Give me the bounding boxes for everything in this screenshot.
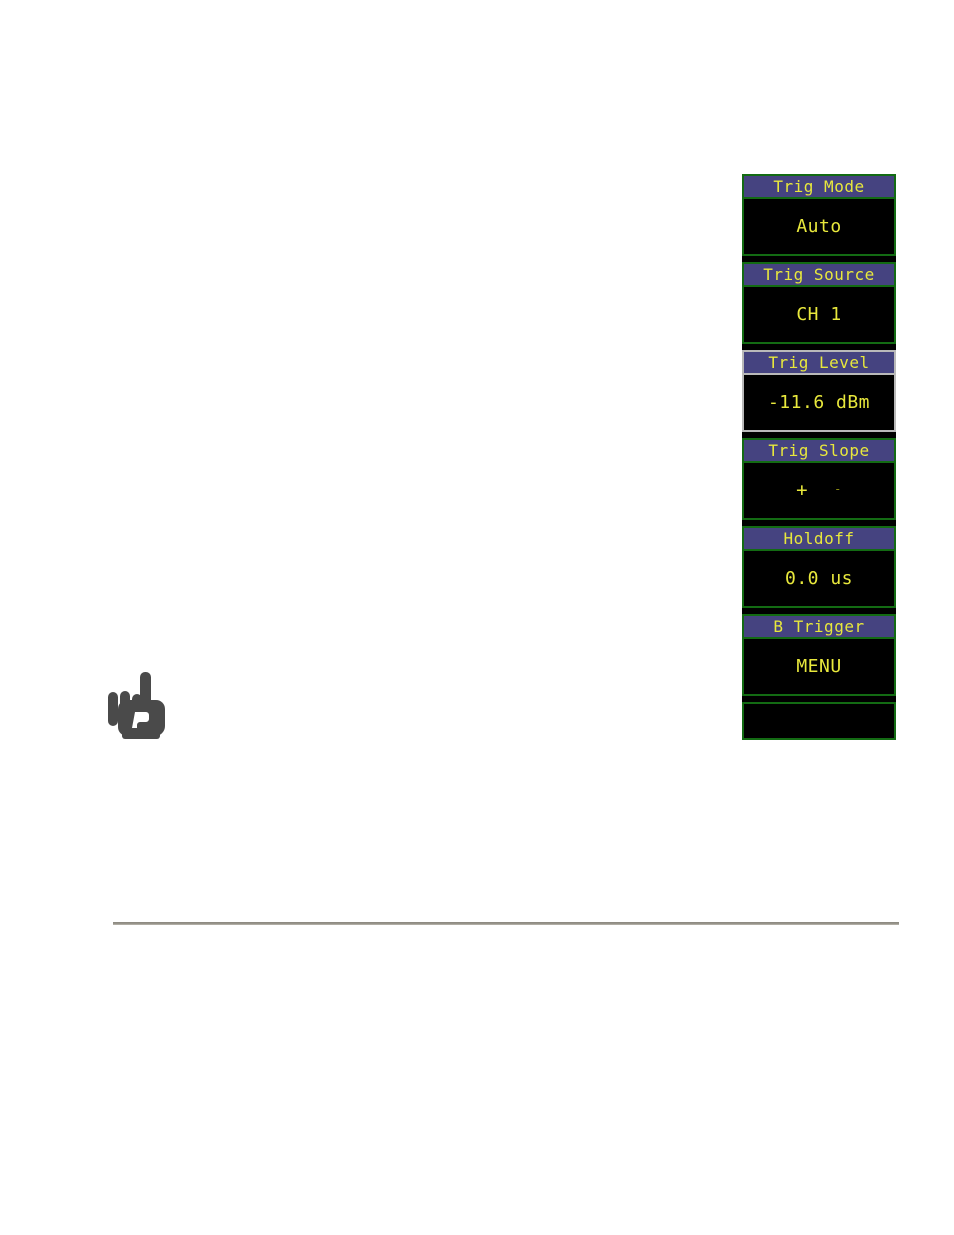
softkey-label-trig-source: Trig Source [742,262,896,287]
slope-glyph-row: + - [744,481,894,500]
softkey-label-trig-mode: Trig Mode [742,174,896,199]
softkey-value-b-trigger[interactable]: MENU [742,639,896,696]
slope-rising-icon[interactable]: + [796,481,808,500]
horizontal-rule [113,922,899,925]
softkey-value-trig-mode[interactable]: Auto [742,199,896,256]
slope-falling-icon[interactable]: - [834,483,842,495]
softkey-label-holdoff: Holdoff [742,526,896,551]
softkey-value-trig-slope[interactable]: + - [742,463,896,520]
softkey-label-trig-slope: Trig Slope [742,438,896,463]
softkey-trig-mode[interactable]: Trig Mode Auto [742,174,896,256]
softkey-trig-slope[interactable]: Trig Slope + - [742,438,896,520]
softkey-value-trig-source[interactable]: CH 1 [742,287,896,344]
document-page: Trig Mode Auto Trig Source CH 1 Trig Lev… [0,0,954,1235]
pointing-hand-icon [104,668,168,742]
softkey-value-holdoff[interactable]: 0.0 us [742,551,896,608]
softkey-label-trig-level: Trig Level [742,350,896,375]
softkey-holdoff[interactable]: Holdoff 0.0 us [742,526,896,608]
softkey-trig-source[interactable]: Trig Source CH 1 [742,262,896,344]
softkey-blank-slot[interactable] [742,702,896,740]
softkey-value-trig-level[interactable]: -11.6 dBm [742,375,896,432]
softkey-trig-level[interactable]: Trig Level -11.6 dBm [742,350,896,432]
trigger-menu-panel: Trig Mode Auto Trig Source CH 1 Trig Lev… [742,174,896,740]
softkey-label-b-trigger: B Trigger [742,614,896,639]
softkey-b-trigger[interactable]: B Trigger MENU [742,614,896,696]
